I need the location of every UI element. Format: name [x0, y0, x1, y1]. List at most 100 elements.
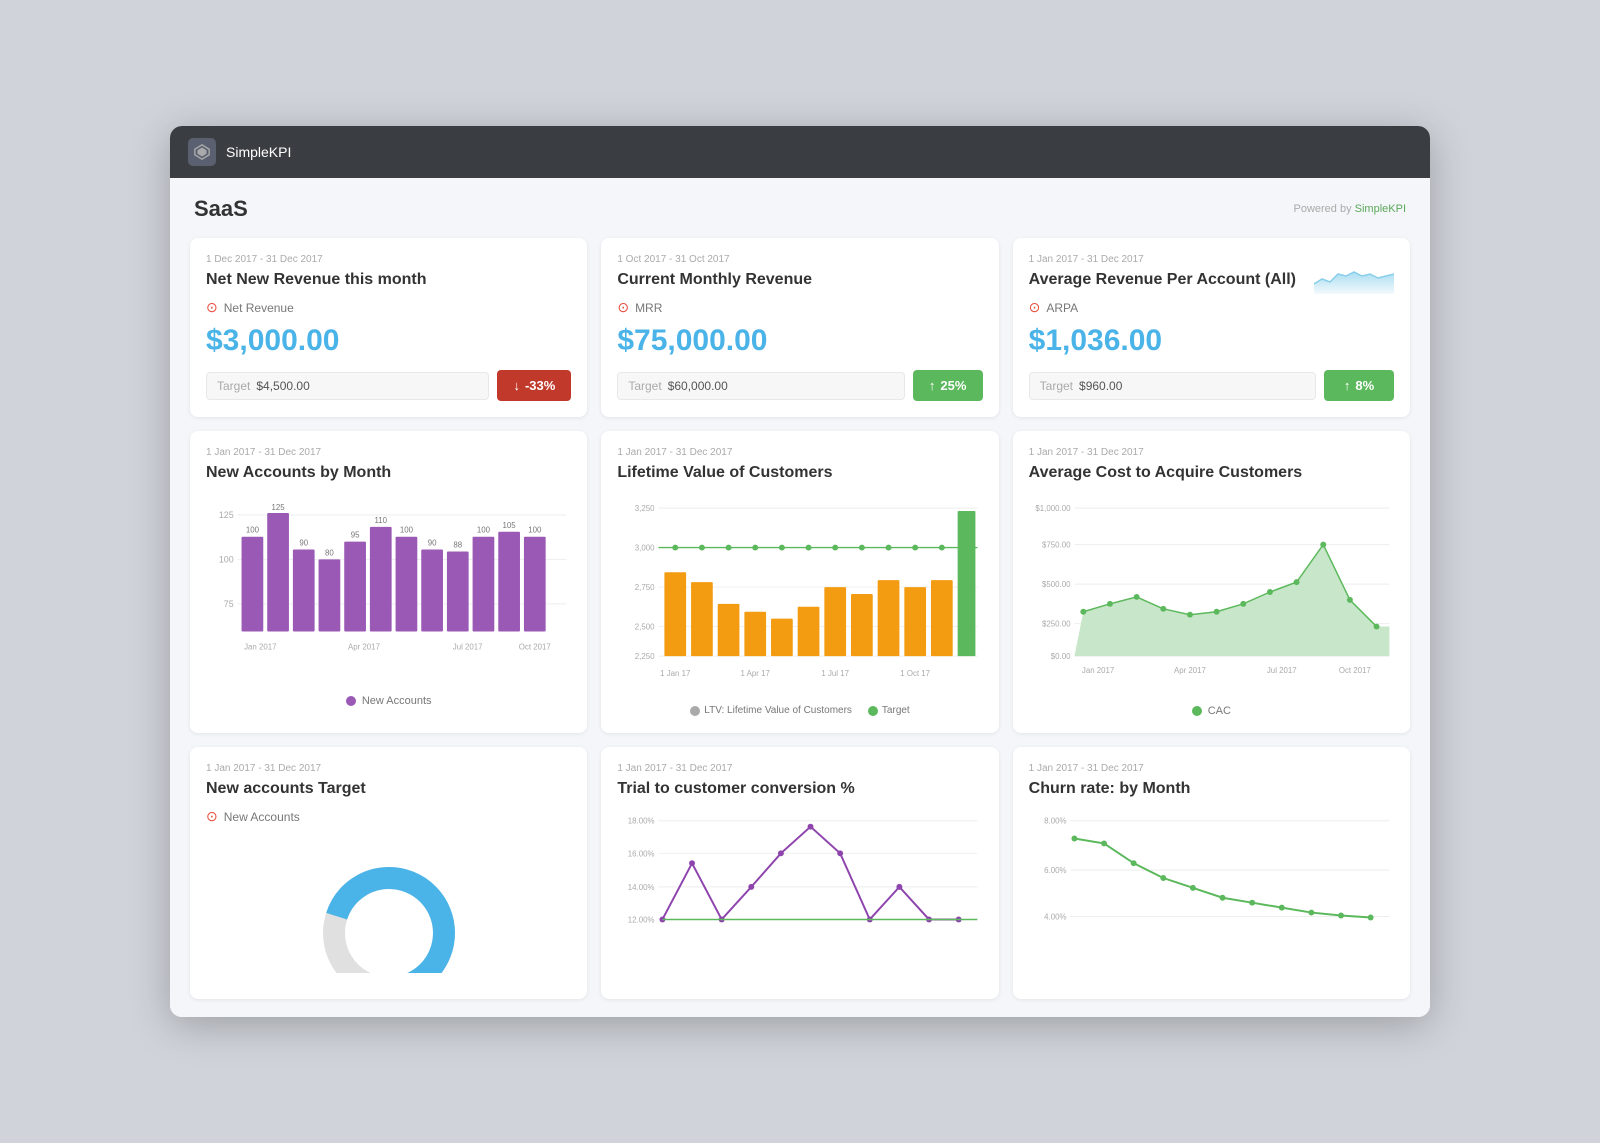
- kpi-value-2: $75,000.00: [617, 324, 982, 358]
- card-title-2: Current Monthly Revenue: [617, 271, 982, 289]
- svg-text:8.00%: 8.00%: [1044, 817, 1066, 826]
- svg-text:90: 90: [428, 539, 437, 548]
- card-trial-conversion: 1 Jan 2017 - 31 Dec 2017 Trial to custom…: [601, 747, 998, 999]
- trial-chart: 18.00% 16.00% 14.00% 12.00%: [617, 808, 982, 948]
- svg-text:18.00%: 18.00%: [628, 817, 655, 826]
- svg-text:$1,000.00: $1,000.00: [1035, 504, 1071, 513]
- chart-legend-ltv: LTV: Lifetime Value of Customers Target: [617, 705, 982, 716]
- svg-text:Jul 2017: Jul 2017: [1267, 666, 1297, 675]
- svg-text:1 Jul 17: 1 Jul 17: [822, 669, 850, 678]
- churn-chart: 8.00% 6.00% 4.00%: [1029, 808, 1394, 948]
- svg-text:100: 100: [219, 554, 234, 564]
- target-box-2: Target $60,000.00: [617, 372, 904, 400]
- card-title-8: Trial to customer conversion %: [617, 780, 982, 798]
- svg-text:$750.00: $750.00: [1042, 541, 1071, 550]
- svg-text:Jan 2017: Jan 2017: [1082, 666, 1114, 675]
- page-header: SaaS Powered by SimpleKPI: [190, 196, 1410, 222]
- kpi-label-7: ⊙ New Accounts: [206, 808, 571, 825]
- card-date-2: 1 Oct 2017 - 31 Oct 2017: [617, 254, 982, 265]
- svg-text:88: 88: [453, 541, 462, 550]
- card-churn-rate: 1 Jan 2017 - 31 Dec 2017 Churn rate: by …: [1013, 747, 1410, 999]
- svg-text:2,750: 2,750: [635, 583, 655, 592]
- svg-text:105: 105: [503, 521, 517, 530]
- kpi-label-1: ⊙ Net Revenue: [206, 299, 571, 316]
- svg-text:125: 125: [219, 510, 234, 520]
- legend-dot-ltv-target: [868, 706, 878, 716]
- svg-text:100: 100: [528, 526, 542, 535]
- svg-text:95: 95: [351, 531, 360, 540]
- svg-text:$250.00: $250.00: [1042, 620, 1071, 629]
- svg-text:Oct 2017: Oct 2017: [519, 642, 551, 651]
- card-avg-cost: 1 Jan 2017 - 31 Dec 2017 Average Cost to…: [1013, 431, 1410, 733]
- svg-text:110: 110: [374, 516, 387, 525]
- chart-legend-accounts: New Accounts: [206, 695, 571, 707]
- svg-text:80: 80: [325, 548, 334, 557]
- card-date-6: 1 Jan 2017 - 31 Dec 2017: [1029, 447, 1394, 458]
- svg-text:2,500: 2,500: [635, 623, 655, 632]
- svg-text:100: 100: [477, 526, 491, 535]
- cac-chart: $1,000.00 $750.00 $500.00 $250.00 $0.00: [1029, 492, 1394, 692]
- svg-text:$500.00: $500.00: [1042, 580, 1071, 589]
- card-title-9: Churn rate: by Month: [1029, 780, 1394, 798]
- arpa-sparkline: [1314, 254, 1394, 294]
- dashboard-grid: 1 Dec 2017 - 31 Dec 2017 Net New Revenue…: [190, 238, 1410, 999]
- kpi-footer-2: Target $60,000.00 25%: [617, 370, 982, 401]
- svg-text:90: 90: [299, 539, 308, 548]
- svg-text:14.00%: 14.00%: [628, 883, 655, 892]
- page-title: SaaS: [194, 196, 248, 222]
- arrow-down-icon-1: [513, 378, 520, 393]
- card-avg-revenue: 1 Jan 2017 - 31 Dec 2017 Average Revenue…: [1013, 238, 1410, 417]
- target-box-3: Target $960.00: [1029, 372, 1316, 400]
- svg-text:Jan 2017: Jan 2017: [244, 642, 276, 651]
- arrow-up-icon-3: [1344, 378, 1351, 393]
- target-icon-7: ⊙: [206, 808, 218, 825]
- svg-text:$0.00: $0.00: [1050, 652, 1070, 661]
- card-date-9: 1 Jan 2017 - 31 Dec 2017: [1029, 763, 1394, 774]
- legend-dot-cac: [1192, 706, 1202, 716]
- svg-text:3,250: 3,250: [635, 504, 655, 513]
- svg-text:12.00%: 12.00%: [628, 915, 655, 924]
- svg-text:Apr 2017: Apr 2017: [1174, 666, 1206, 675]
- card-new-accounts-target: 1 Jan 2017 - 31 Dec 2017 New accounts Ta…: [190, 747, 587, 999]
- titlebar: SimpleKPI: [170, 126, 1430, 178]
- kpi-footer-3: Target $960.00 8%: [1029, 370, 1394, 401]
- svg-text:Jul 2017: Jul 2017: [453, 642, 483, 651]
- card-net-new-revenue: 1 Dec 2017 - 31 Dec 2017 Net New Revenue…: [190, 238, 587, 417]
- card-date-5: 1 Jan 2017 - 31 Dec 2017: [617, 447, 982, 458]
- card-lifetime-value: 1 Jan 2017 - 31 Dec 2017 Lifetime Value …: [601, 431, 998, 733]
- legend-dot-ltv: [690, 706, 700, 716]
- kpi-value-1: $3,000.00: [206, 324, 571, 358]
- target-icon-1: ⊙: [206, 299, 218, 316]
- svg-text:100: 100: [246, 526, 260, 535]
- powered-by: Powered by SimpleKPI: [1293, 203, 1406, 215]
- donut-chart: [309, 843, 469, 973]
- svg-text:Apr 2017: Apr 2017: [348, 642, 380, 651]
- kpi-label-3: ⊙ ARPA: [1029, 299, 1394, 316]
- app-icon: [188, 138, 216, 166]
- app-window: SimpleKPI SaaS Powered by SimpleKPI 1 De…: [170, 126, 1430, 1017]
- svg-text:75: 75: [224, 599, 234, 609]
- card-date-4: 1 Jan 2017 - 31 Dec 2017: [206, 447, 571, 458]
- svg-text:6.00%: 6.00%: [1044, 866, 1066, 875]
- svg-text:1 Jan 17: 1 Jan 17: [660, 669, 690, 678]
- bar-chart-area: 125 100 75 100 125: [206, 492, 571, 687]
- app-title: SimpleKPI: [226, 144, 291, 160]
- main-area: SaaS Powered by SimpleKPI 1 Dec 2017 - 3…: [170, 178, 1430, 1017]
- card-date-1: 1 Dec 2017 - 31 Dec 2017: [206, 254, 571, 265]
- kpi-footer-1: Target $4,500.00 -33%: [206, 370, 571, 401]
- chart-legend-cac: CAC: [1029, 705, 1394, 717]
- svg-text:16.00%: 16.00%: [628, 849, 655, 858]
- legend-dot-accounts: [346, 696, 356, 706]
- card-current-monthly: 1 Oct 2017 - 31 Oct 2017 Current Monthly…: [601, 238, 998, 417]
- target-icon-2: ⊙: [617, 299, 629, 316]
- svg-text:1 Oct 17: 1 Oct 17: [901, 669, 931, 678]
- card-date-8: 1 Jan 2017 - 31 Dec 2017: [617, 763, 982, 774]
- svg-text:4.00%: 4.00%: [1044, 912, 1066, 921]
- target-box-1: Target $4,500.00: [206, 372, 489, 400]
- card-title-5: Lifetime Value of Customers: [617, 464, 982, 482]
- svg-text:125: 125: [272, 503, 286, 512]
- target-icon-3: ⊙: [1029, 299, 1041, 316]
- ltv-chart: 3,250 3,000 2,750 2,500 2,250: [617, 492, 982, 692]
- card-title-4: New Accounts by Month: [206, 464, 571, 482]
- svg-text:3,000: 3,000: [635, 544, 655, 553]
